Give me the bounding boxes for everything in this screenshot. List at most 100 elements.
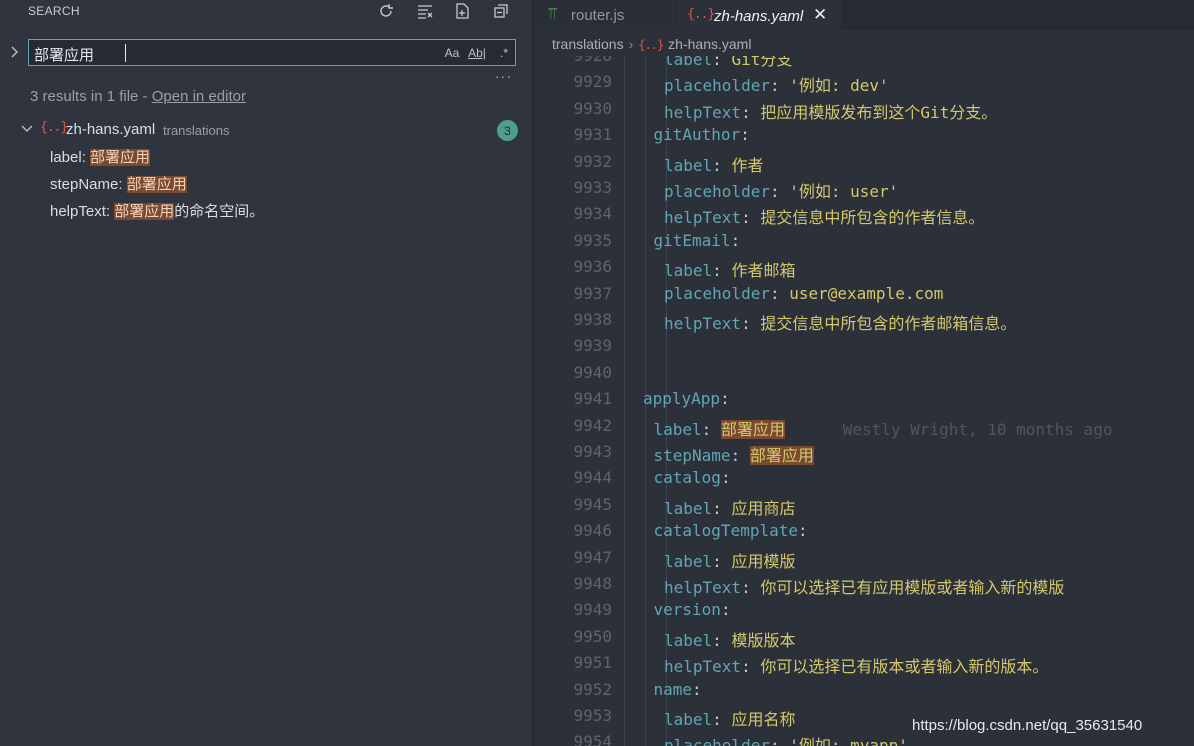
- text-caret: [125, 44, 126, 62]
- tab-zh-hans-yaml[interactable]: {..} zh-hans.yaml ✕: [677, 0, 841, 31]
- regex-toggle[interactable]: .*: [494, 43, 514, 62]
- code-line: 9949 version:: [534, 600, 1194, 626]
- code-line: 9947 label: 应用模版: [534, 548, 1194, 574]
- clear-results-icon[interactable]: [413, 0, 437, 22]
- code-line: 9950 label: 模版版本: [534, 627, 1194, 653]
- code-line: 9936 label: 作者邮箱: [534, 257, 1194, 283]
- yaml-value: 把应用模版发布到这个Git分支。: [760, 102, 998, 122]
- line-number: 9937: [573, 283, 612, 303]
- yaml-colon: :: [712, 498, 732, 518]
- match-prefix: helpText:: [50, 203, 115, 220]
- line-code: label: 部署应用 Westly Wright, 10 months ago: [653, 416, 1113, 440]
- javascript-file-icon: ⫪: [548, 6, 558, 23]
- yaml-colon: :: [712, 155, 732, 175]
- line-code: applyApp:: [643, 389, 730, 408]
- line-number: 9947: [573, 547, 612, 567]
- yaml-colon: :: [730, 230, 741, 250]
- yaml-value: 提交信息中所包含的作者邮箱信息。: [760, 314, 1017, 333]
- search-input[interactable]: 部署应用 Aa Ab| .*: [28, 39, 516, 66]
- result-count-badge: 3: [497, 120, 518, 141]
- line-code: helpText: 你可以选择已有版本或者输入新的版本。: [664, 653, 1048, 677]
- yaml-key: version: [653, 600, 721, 620]
- result-file-dir: translations: [163, 123, 230, 138]
- line-number: 9942: [573, 415, 612, 435]
- line-number: 9932: [573, 151, 612, 171]
- yaml-key: helpText: [664, 102, 742, 122]
- code-line: 9941 applyApp:: [534, 389, 1194, 415]
- tab-router-js[interactable]: ⫪ router.js: [534, 0, 676, 30]
- code-editor[interactable]: 9928 label: Git分支 9929 placeholder: '例如: de…: [534, 56, 1194, 746]
- yaml-value: '例如: user': [789, 182, 899, 201]
- yaml-value: 你可以选择已有应用模版或者输入新的模版: [760, 578, 1065, 597]
- line-number: 9941: [573, 389, 612, 409]
- line-code: helpText: 提交信息中所包含的作者邮箱信息。: [664, 310, 1016, 334]
- yaml-key: placeholder: [664, 283, 770, 303]
- search-sidebar: SEARCH 部署应用 Aa Ab| .* ··· 3 results in 1…: [0, 0, 532, 746]
- result-file-row[interactable]: {..} zh-hans.yaml translations 3: [18, 119, 528, 141]
- yaml-colon: :: [720, 468, 731, 488]
- code-line: 9942 label: 部署应用 Westly Wright, 10 months…: [534, 416, 1194, 442]
- yaml-colon: :: [712, 261, 732, 281]
- yaml-colon: :: [741, 208, 761, 228]
- code-line: 9945 label: 应用商店: [534, 495, 1194, 521]
- match-whole-word-toggle[interactable]: Ab|: [467, 43, 487, 62]
- search-match-item[interactable]: label: 部署应用: [50, 146, 151, 167]
- git-blame-annotation: Westly Wright, 10 months ago: [784, 419, 1113, 439]
- yaml-colon: :: [798, 521, 808, 541]
- sidebar-title: SEARCH: [28, 4, 80, 18]
- collapse-all-icon[interactable]: [489, 0, 513, 22]
- line-number: 9950: [573, 626, 612, 646]
- breadcrumb-folder[interactable]: translations: [552, 36, 624, 52]
- yaml-file-icon: {..}: [638, 38, 664, 52]
- results-summary: 3 results in 1 file - Open in editor: [30, 88, 246, 105]
- result-file-name: zh-hans.yaml: [66, 121, 156, 138]
- code-line: 9929 placeholder: '例如: dev': [534, 72, 1194, 98]
- yaml-key: applyApp: [643, 389, 721, 409]
- refresh-icon[interactable]: [374, 0, 398, 22]
- yaml-key: label: [653, 419, 702, 439]
- toggle-replace-chevron-icon[interactable]: [6, 44, 22, 60]
- close-icon[interactable]: ✕: [813, 5, 827, 25]
- new-search-editor-icon[interactable]: [450, 0, 474, 22]
- search-match-item[interactable]: helpText: 部署应用的命名空间。: [50, 200, 264, 221]
- yaml-value: 应用商店: [731, 498, 796, 518]
- chevron-down-icon[interactable]: [20, 122, 34, 136]
- yaml-key: label: [664, 155, 713, 175]
- search-match-item[interactable]: stepName: 部署应用: [50, 173, 187, 194]
- code-line: 9944 catalog:: [534, 468, 1194, 494]
- yaml-key: gitEmail: [653, 230, 731, 250]
- yaml-colon: :: [741, 102, 761, 122]
- search-input-value: 部署应用: [34, 47, 95, 64]
- yaml-value: '例如: dev': [789, 76, 889, 96]
- code-line: 9939: [534, 336, 1194, 362]
- match-case-toggle[interactable]: Aa: [442, 43, 462, 62]
- match-prefix: label:: [50, 149, 91, 166]
- yaml-value-match-highlight: 部署应用: [749, 446, 814, 465]
- results-count-text: 3 results in 1 file -: [30, 88, 152, 105]
- line-code: catalog:: [654, 468, 731, 487]
- yaml-colon: :: [692, 679, 702, 699]
- line-number: 9946: [573, 521, 612, 541]
- line-number: 9939: [573, 336, 612, 356]
- line-code: label: 模版版本: [664, 627, 795, 651]
- code-line: 9934 helpText: 提交信息中所包含的作者信息。: [534, 204, 1194, 230]
- line-number: 9931: [573, 125, 612, 145]
- line-number: 9945: [573, 494, 612, 514]
- yaml-key: name: [653, 679, 693, 699]
- yaml-colon: :: [730, 446, 750, 465]
- chevron-right-icon: ›: [628, 36, 634, 52]
- line-code: name:: [654, 680, 702, 699]
- more-options-icon[interactable]: ···: [495, 68, 512, 84]
- yaml-value: '例如: myapp': [789, 736, 908, 746]
- line-number: 9943: [573, 442, 612, 461]
- yaml-colon: :: [712, 56, 732, 69]
- line-number: 9952: [573, 679, 612, 699]
- open-in-editor-link[interactable]: Open in editor: [152, 88, 246, 105]
- line-number: 9928: [534, 56, 612, 65]
- code-line: 9935 gitEmail:: [534, 231, 1194, 257]
- yaml-key: helpText: [664, 314, 742, 333]
- match-suffix: 的命名空间。: [174, 203, 265, 220]
- code-line: 9932 label: 作者: [534, 152, 1194, 178]
- breadcrumb-file[interactable]: zh-hans.yaml: [668, 36, 751, 52]
- match-highlight: 部署应用: [126, 176, 187, 193]
